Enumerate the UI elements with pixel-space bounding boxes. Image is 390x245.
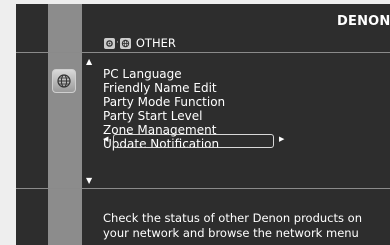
scroll-down-arrow-icon[interactable]: ▼ bbox=[86, 176, 92, 185]
menu-item-party-mode-function[interactable]: Party Mode Function bbox=[103, 95, 225, 109]
help-description: Check the status of other Denon products… bbox=[103, 211, 362, 241]
selection-highlight bbox=[113, 134, 274, 148]
footer-divider bbox=[16, 188, 390, 189]
breadcrumb-separator: · bbox=[116, 38, 119, 48]
gear-icon bbox=[104, 37, 115, 49]
menu-item-pc-language[interactable]: PC Language bbox=[103, 67, 225, 81]
header-divider bbox=[16, 52, 390, 53]
breadcrumb-label: OTHER bbox=[135, 36, 176, 50]
help-line-2: your network and browse the network menu bbox=[103, 226, 359, 240]
right-arrow-icon[interactable]: ▶ bbox=[279, 135, 284, 143]
globe-network-icon[interactable] bbox=[52, 69, 76, 93]
help-line-1: Check the status of other Denon products… bbox=[103, 211, 362, 225]
menu-item-friendly-name-edit[interactable]: Friendly Name Edit bbox=[103, 81, 225, 95]
brand-logo: DENON bbox=[337, 14, 390, 29]
menu-screen: DENON · OTHER ▲ PC Language Friendly Nam… bbox=[16, 4, 390, 245]
breadcrumb: · OTHER bbox=[104, 35, 176, 51]
left-arrow-icon[interactable]: ◀ bbox=[103, 135, 108, 143]
sidebar bbox=[48, 4, 82, 245]
scroll-up-arrow-icon[interactable]: ▲ bbox=[86, 57, 92, 66]
network-icon bbox=[119, 37, 131, 49]
menu-item-party-start-level[interactable]: Party Start Level bbox=[103, 109, 225, 123]
